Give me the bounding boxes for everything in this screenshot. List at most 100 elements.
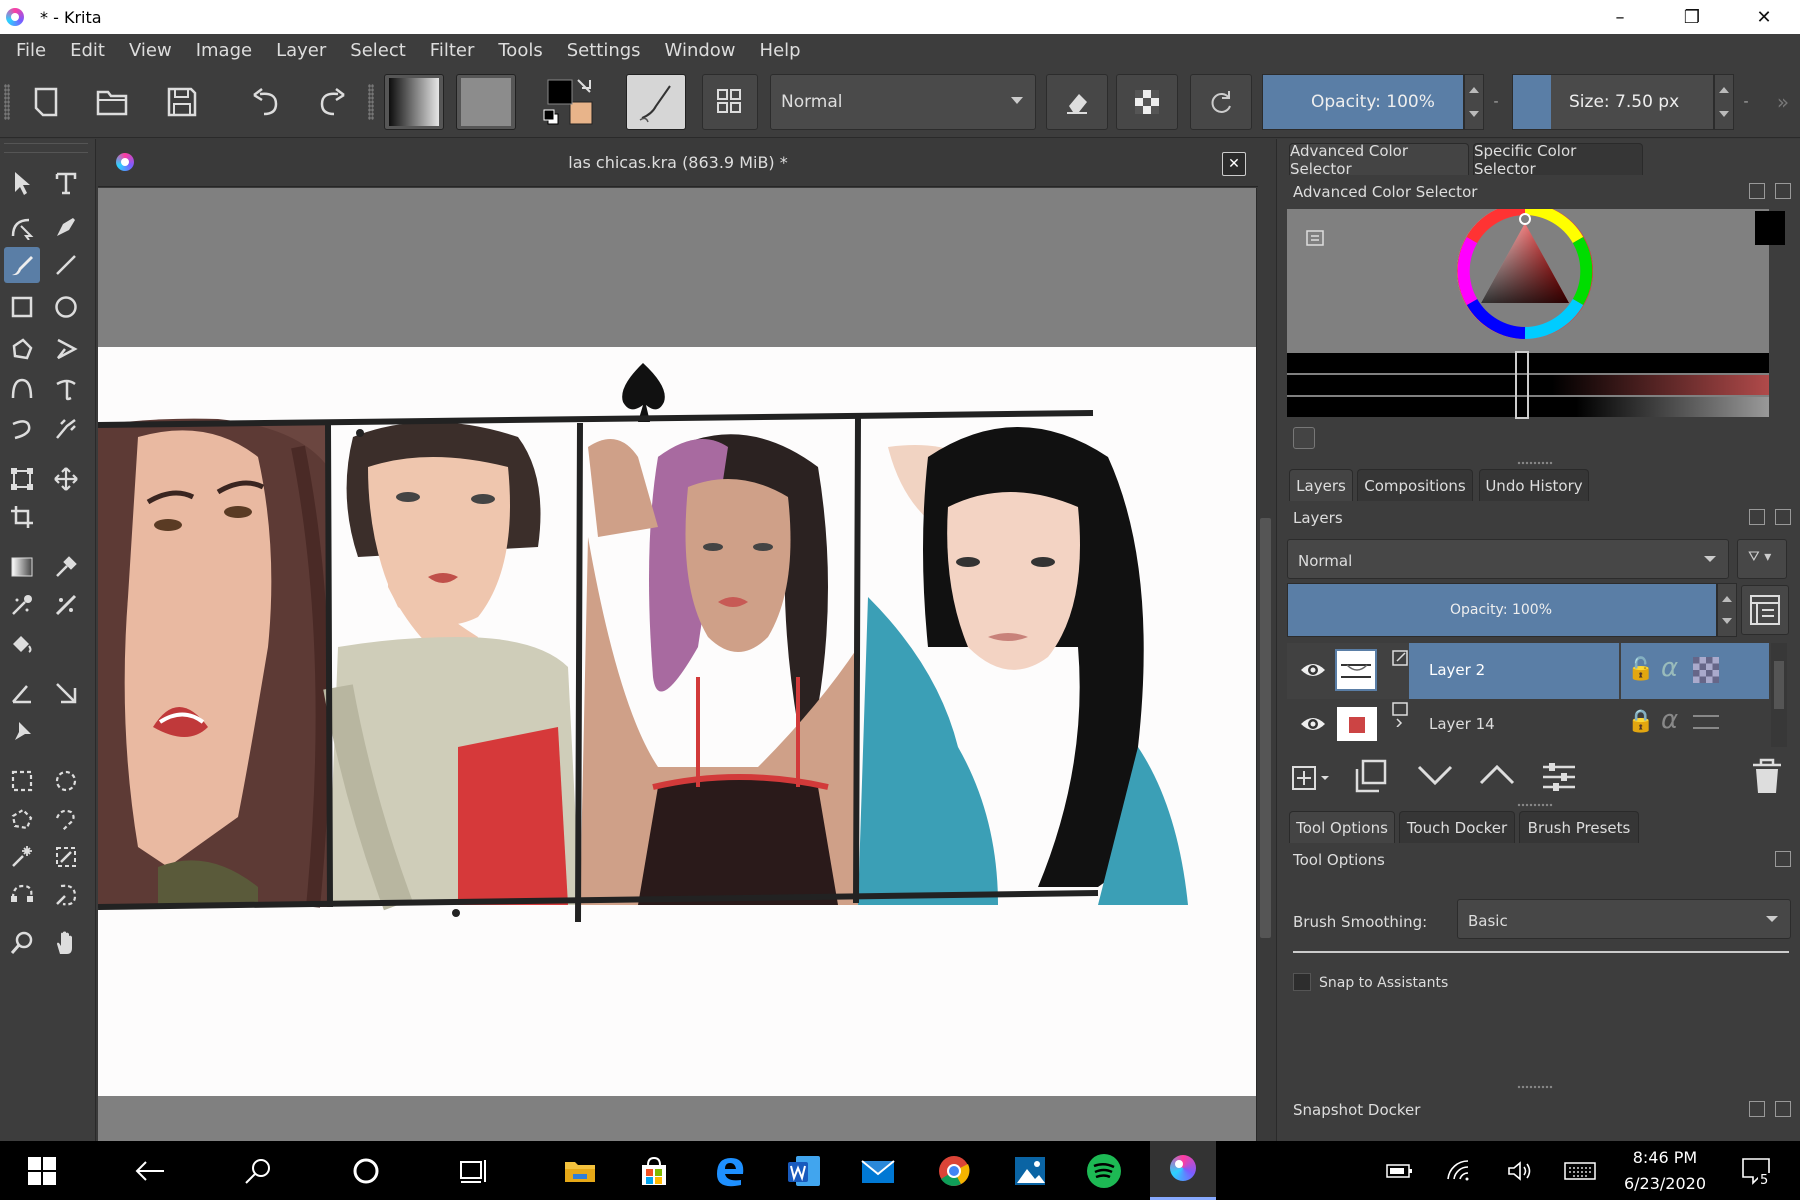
polygonal-selection-tool-icon[interactable] bbox=[4, 801, 40, 837]
elliptical-selection-tool-icon[interactable] bbox=[48, 763, 84, 799]
tab-layers[interactable]: Layers bbox=[1289, 469, 1353, 501]
color-picker-tool-icon[interactable] bbox=[48, 549, 84, 585]
crop-tool-icon[interactable] bbox=[4, 499, 40, 535]
menu-edit[interactable]: Edit bbox=[58, 40, 117, 61]
mail-icon[interactable] bbox=[856, 1149, 900, 1193]
word-icon[interactable] bbox=[782, 1149, 826, 1193]
alpha-lock-icon[interactable]: α bbox=[1661, 705, 1678, 735]
layer-row[interactable]: Layer 2 🔓 α bbox=[1287, 643, 1769, 699]
task-view-icon[interactable] bbox=[452, 1149, 496, 1193]
inherit-alpha-icon[interactable] bbox=[1693, 657, 1719, 683]
line-tool-icon[interactable] bbox=[48, 247, 84, 283]
close-document-button[interactable]: ✕ bbox=[1222, 152, 1246, 176]
minimize-button[interactable]: – bbox=[1584, 0, 1656, 34]
toolbar-grip[interactable] bbox=[368, 84, 374, 120]
delete-layer-icon[interactable] bbox=[1751, 757, 1787, 795]
ellipse-tool-icon[interactable] bbox=[48, 289, 84, 325]
bezier-selection-tool-icon[interactable] bbox=[4, 877, 40, 913]
menu-file[interactable]: File bbox=[0, 40, 58, 61]
chrome-icon[interactable] bbox=[932, 1149, 976, 1193]
gradient-tool-icon[interactable] bbox=[4, 549, 40, 585]
dynamic-brush-tool-icon[interactable] bbox=[4, 411, 40, 447]
brush-preset-icon[interactable] bbox=[626, 74, 686, 130]
select-shapes-tool-icon[interactable] bbox=[4, 165, 40, 201]
reference-images-tool-icon[interactable] bbox=[4, 713, 40, 749]
layer-properties-icon[interactable] bbox=[1741, 585, 1789, 635]
edit-shapes-tool-icon[interactable] bbox=[4, 209, 40, 245]
tab-specific-color-selector[interactable]: Specific Color Selector bbox=[1473, 142, 1643, 178]
canvas-artwork[interactable] bbox=[98, 347, 1256, 1096]
brush-smoothing-dropdown[interactable]: Basic bbox=[1457, 899, 1791, 939]
battery-icon[interactable] bbox=[1380, 1149, 1420, 1193]
transform-tool-icon[interactable] bbox=[4, 461, 40, 497]
layer-name[interactable]: Layer 14 bbox=[1429, 715, 1495, 733]
menu-help[interactable]: Help bbox=[748, 40, 813, 61]
pattern-selector-icon[interactable] bbox=[456, 74, 516, 130]
freehand-brush-tool-icon[interactable] bbox=[4, 247, 40, 283]
rectangular-selection-tool-icon[interactable] bbox=[4, 763, 40, 799]
cortana-icon[interactable] bbox=[344, 1149, 388, 1193]
fill-pattern-tool-icon[interactable] bbox=[48, 587, 84, 623]
open-document-icon[interactable] bbox=[90, 74, 134, 130]
scrollbar-thumb[interactable] bbox=[1260, 518, 1271, 938]
contiguous-selection-tool-icon[interactable] bbox=[4, 839, 40, 875]
add-layer-icon[interactable] bbox=[1291, 759, 1335, 795]
calligraphy-tool-icon[interactable] bbox=[48, 209, 84, 245]
keyboard-icon[interactable] bbox=[1560, 1149, 1600, 1193]
close-docker-icon[interactable] bbox=[1775, 1101, 1791, 1117]
smart-patch-tool-icon[interactable] bbox=[4, 587, 40, 623]
eye-icon[interactable] bbox=[1299, 659, 1327, 681]
wifi-icon[interactable] bbox=[1440, 1149, 1480, 1193]
tab-undo-history[interactable]: Undo History bbox=[1479, 469, 1589, 501]
eraser-mode-icon[interactable] bbox=[1046, 74, 1108, 130]
move-tool-icon[interactable] bbox=[48, 461, 84, 497]
close-button[interactable]: ✕ bbox=[1728, 0, 1800, 34]
notifications-icon[interactable]: 5 bbox=[1736, 1149, 1776, 1193]
preserve-alpha-icon[interactable] bbox=[1116, 74, 1178, 130]
similar-color-selection-tool-icon[interactable] bbox=[48, 839, 84, 875]
layer-opacity-slider[interactable]: Opacity: 100% bbox=[1287, 583, 1717, 637]
layer-row[interactable]: Layer 14 🔒 α bbox=[1287, 701, 1769, 747]
move-layer-down-icon[interactable] bbox=[1417, 763, 1457, 793]
taskbar-clock[interactable]: 8:46 PM 6/23/2020 bbox=[1624, 1145, 1706, 1197]
blend-mode-dropdown[interactable]: Normal bbox=[770, 74, 1036, 130]
windows-start-icon[interactable] bbox=[20, 1149, 64, 1193]
close-docker-icon[interactable] bbox=[1775, 183, 1791, 199]
edge-browser-icon[interactable] bbox=[708, 1149, 752, 1193]
text-tool-icon[interactable] bbox=[48, 165, 84, 201]
spotify-icon[interactable] bbox=[1082, 1149, 1126, 1193]
close-docker-icon[interactable] bbox=[1775, 509, 1791, 525]
file-explorer-icon[interactable] bbox=[558, 1149, 602, 1193]
menu-settings[interactable]: Settings bbox=[555, 40, 653, 61]
tab-advanced-color-selector[interactable]: Advanced Color Selector bbox=[1289, 142, 1469, 178]
multibrush-tool-icon[interactable] bbox=[48, 411, 84, 447]
layer-settings-icon[interactable] bbox=[1541, 759, 1581, 795]
tab-touch-docker[interactable]: Touch Docker bbox=[1399, 811, 1515, 843]
magnetic-selection-tool-icon[interactable] bbox=[48, 877, 84, 913]
menu-image[interactable]: Image bbox=[184, 40, 264, 61]
brush-settings-icon[interactable] bbox=[702, 74, 758, 130]
back-arrow-icon[interactable] bbox=[128, 1149, 172, 1193]
eye-icon[interactable] bbox=[1299, 713, 1327, 735]
move-layer-up-icon[interactable] bbox=[1479, 763, 1519, 793]
toolbar-overflow-icon[interactable]: » bbox=[1770, 74, 1796, 130]
slider-handle[interactable] bbox=[1515, 351, 1529, 419]
polyline-tool-icon[interactable] bbox=[48, 331, 84, 367]
krita-taskbar-button[interactable] bbox=[1150, 1141, 1216, 1200]
undo-icon[interactable] bbox=[244, 74, 288, 130]
opacity-slider[interactable]: Opacity: 100% bbox=[1262, 74, 1464, 130]
tab-tool-options[interactable]: Tool Options bbox=[1289, 811, 1395, 843]
tab-compositions[interactable]: Compositions bbox=[1357, 469, 1473, 501]
rectangle-tool-icon[interactable] bbox=[4, 289, 40, 325]
docker-splitter[interactable] bbox=[1517, 1085, 1553, 1089]
photos-icon[interactable] bbox=[1008, 1149, 1052, 1193]
float-docker-icon[interactable] bbox=[1749, 509, 1765, 525]
zoom-tool-icon[interactable] bbox=[4, 925, 40, 961]
bezier-curve-tool-icon[interactable] bbox=[4, 371, 40, 407]
layer-blend-mode-dropdown[interactable]: Normal bbox=[1287, 539, 1729, 579]
freehand-path-tool-icon[interactable] bbox=[48, 371, 84, 407]
menu-tools[interactable]: Tools bbox=[486, 40, 554, 61]
fill-tool-icon[interactable] bbox=[4, 625, 40, 661]
document-tab[interactable]: las chicas.kra (863.9 MiB) * ✕ bbox=[98, 139, 1258, 187]
new-document-icon[interactable] bbox=[24, 74, 68, 130]
